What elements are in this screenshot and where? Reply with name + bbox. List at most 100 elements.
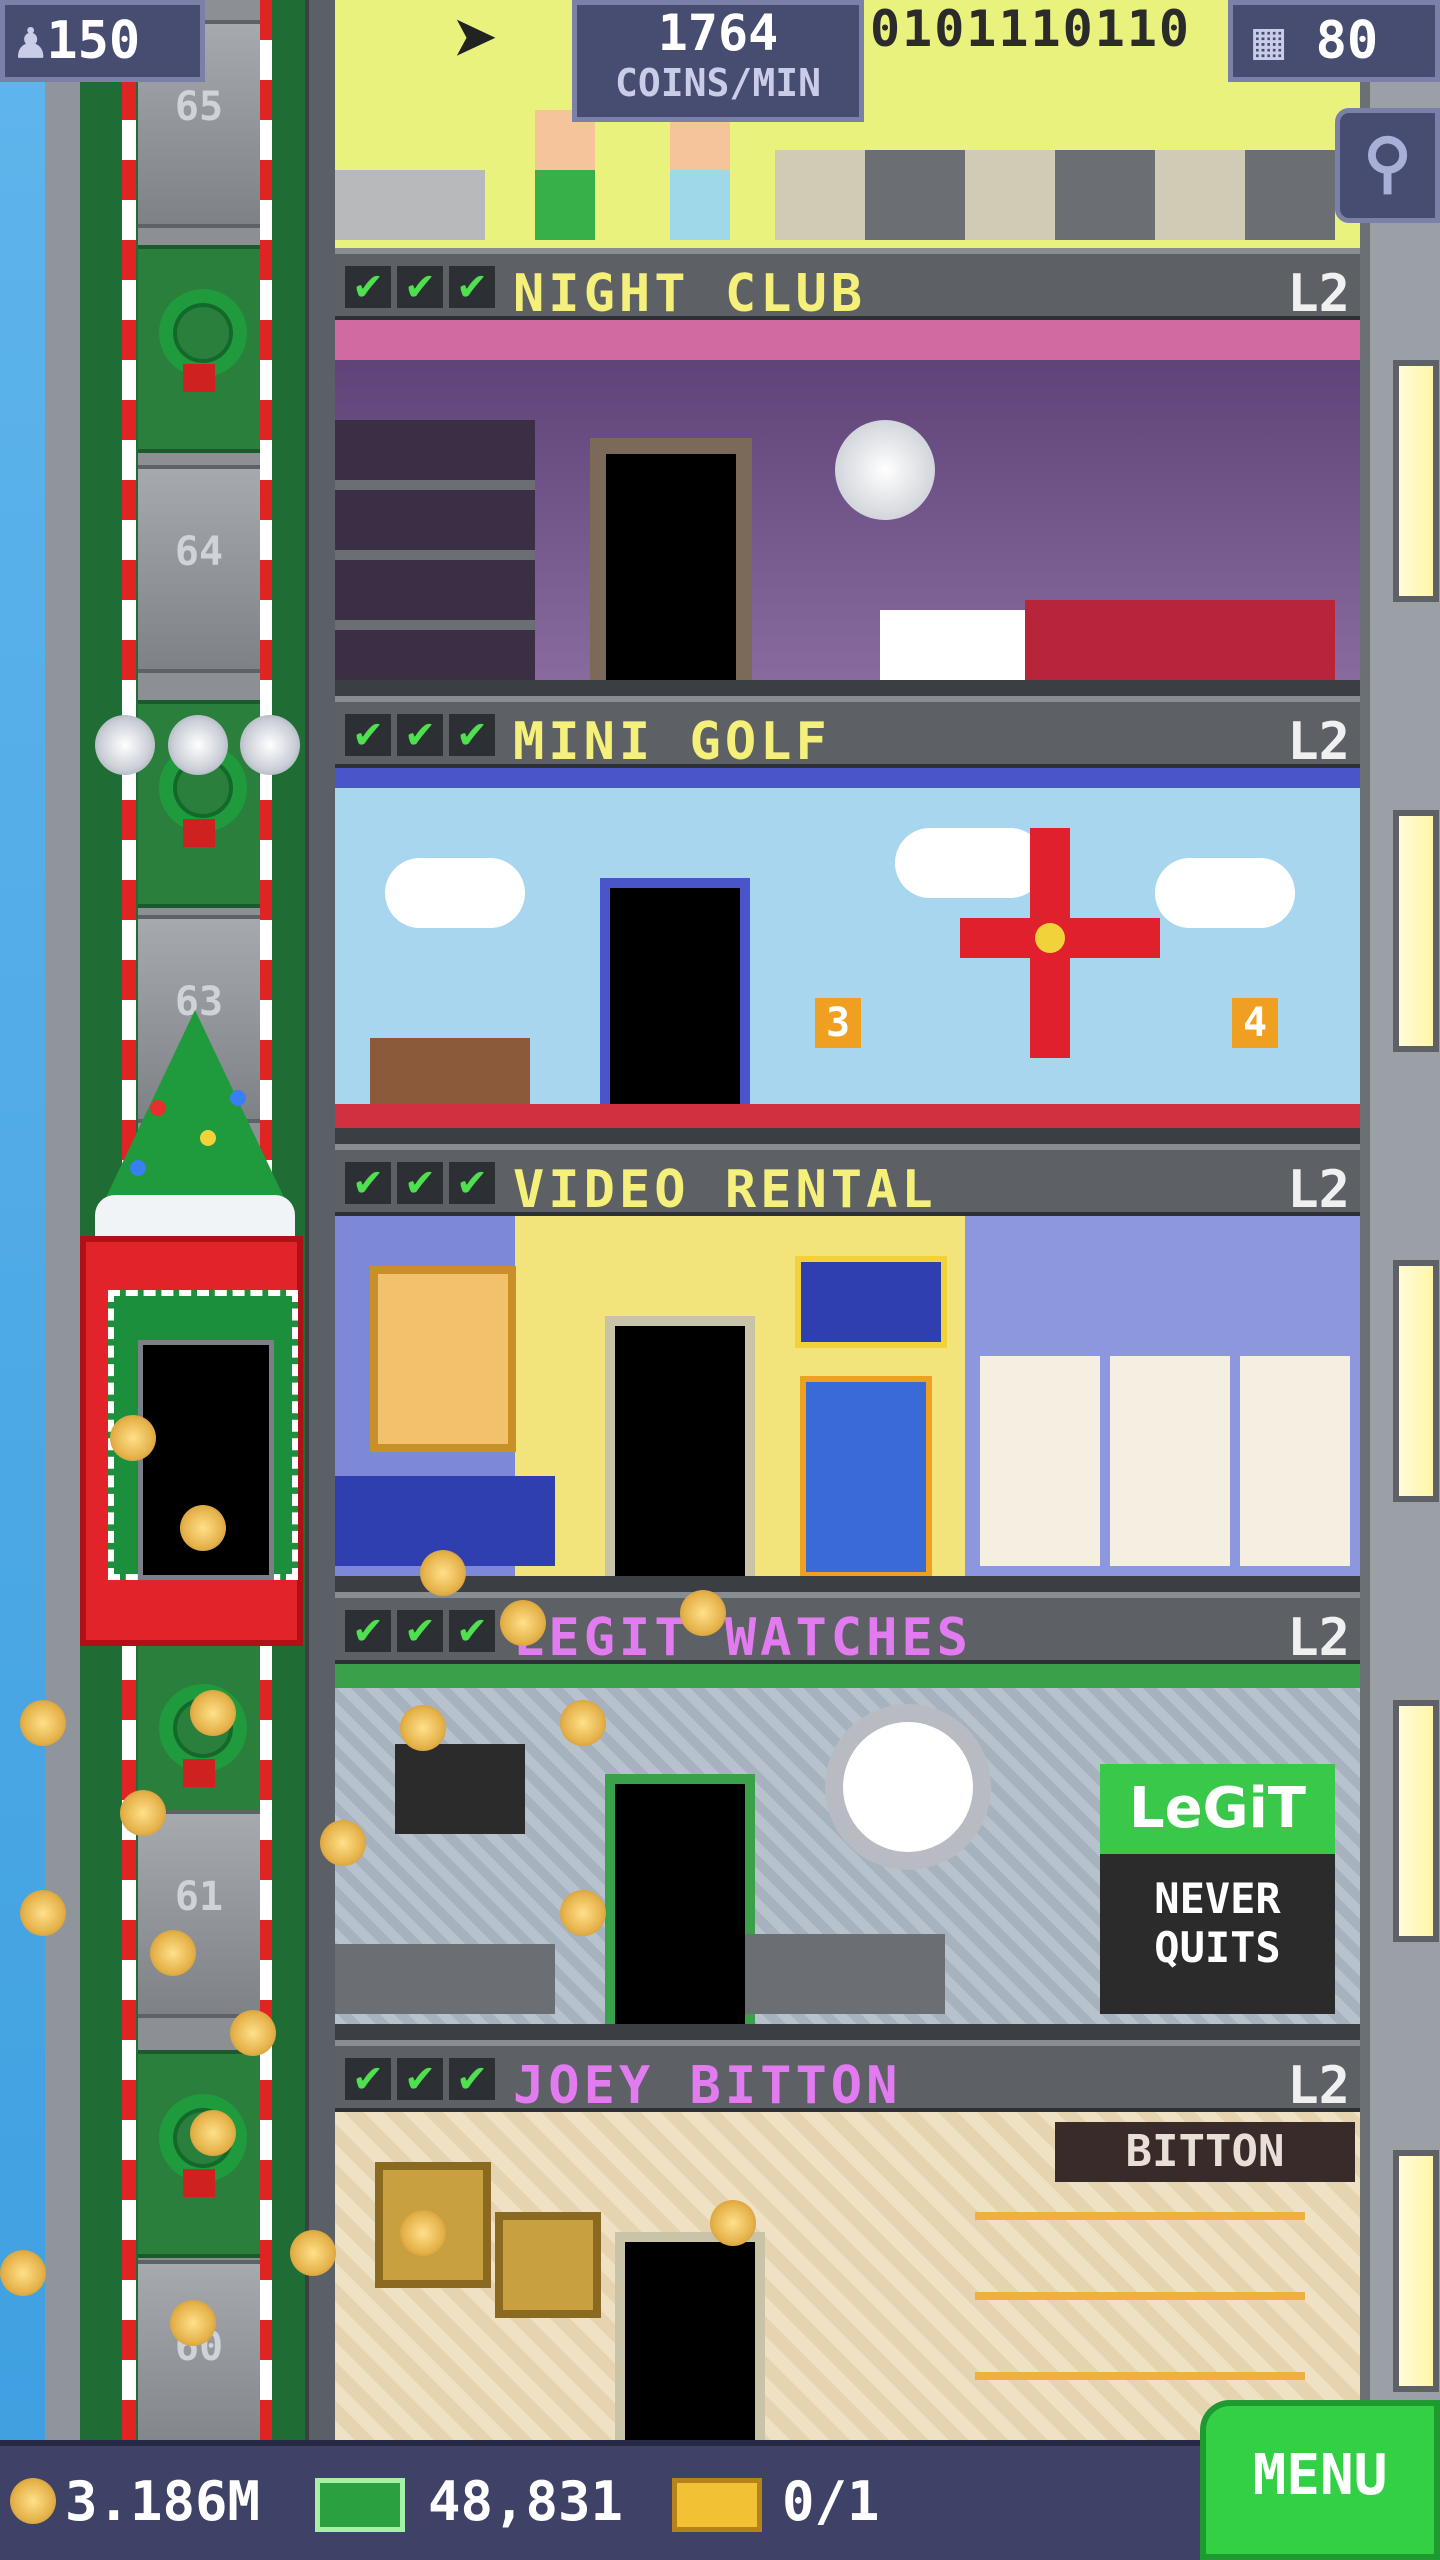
coin-icon bbox=[120, 1790, 166, 1836]
check-icon: ✔ bbox=[397, 1162, 443, 1204]
windmill-icon bbox=[960, 828, 1160, 1108]
check-icon: ✔ bbox=[449, 266, 495, 308]
coin-icon bbox=[560, 1700, 606, 1746]
coin-icon bbox=[170, 2300, 216, 2346]
floor-level: L2 bbox=[1287, 1608, 1350, 1668]
coin-icon bbox=[400, 1705, 446, 1751]
cloud-icon bbox=[385, 858, 525, 928]
coin-icon bbox=[320, 1820, 366, 1866]
ornament-icon bbox=[130, 1160, 146, 1176]
stock-checks: ✔ ✔ ✔ bbox=[345, 266, 495, 308]
check-icon: ✔ bbox=[449, 1162, 495, 1204]
hole-sign: 3 bbox=[815, 998, 861, 1048]
coin-icon bbox=[420, 1550, 466, 1596]
coin-icon bbox=[190, 2110, 236, 2156]
coin-icon bbox=[230, 2010, 276, 2056]
bow-icon bbox=[183, 819, 215, 847]
floor-video-rental[interactable]: ✔ ✔ ✔ VIDEO RENTAL L2 bbox=[335, 1144, 1360, 1592]
room-door bbox=[600, 878, 750, 1138]
tickets-count[interactable]: 0/1 bbox=[782, 2470, 880, 2533]
ticket-icon bbox=[672, 2478, 762, 2532]
coins-per-min-label: COINS/MIN bbox=[615, 61, 821, 105]
check-icon: ✔ bbox=[345, 2058, 391, 2100]
office-counter bbox=[335, 170, 485, 240]
menu-button[interactable]: MENU bbox=[1200, 2400, 1440, 2560]
floor-joey-bitton[interactable]: ✔ ✔ ✔ JOEY BITTON L2 BITTON bbox=[335, 2040, 1360, 2440]
check-icon: ✔ bbox=[449, 714, 495, 756]
floor-level: L2 bbox=[1287, 2056, 1350, 2116]
bow-icon bbox=[183, 1759, 215, 1787]
hole-sign: 4 bbox=[1232, 998, 1278, 1048]
check-icon: ✔ bbox=[397, 1610, 443, 1652]
night-club-interior bbox=[335, 320, 1360, 696]
display-case bbox=[335, 1944, 555, 2014]
ornament-icon bbox=[230, 1090, 246, 1106]
floor-number: 64 bbox=[174, 529, 224, 575]
sky-background bbox=[0, 0, 45, 2560]
bow-icon bbox=[183, 2169, 215, 2197]
shaft-floor-61: 61 bbox=[138, 1810, 260, 2018]
wall-display bbox=[395, 1744, 525, 1834]
bux-bill-icon bbox=[315, 2478, 405, 2532]
display-case bbox=[745, 1934, 945, 2014]
check-icon: ✔ bbox=[449, 1610, 495, 1652]
floor-level: L2 bbox=[1287, 712, 1350, 772]
search-button[interactable]: ⚲ bbox=[1335, 108, 1440, 223]
stock-checks: ✔ ✔ ✔ bbox=[345, 1162, 495, 1204]
coin-icon bbox=[110, 1415, 156, 1461]
coins-balance[interactable]: 3.186M bbox=[65, 2470, 260, 2533]
floors-counter[interactable]: ▦ 80 bbox=[1228, 0, 1440, 82]
check-icon: ✔ bbox=[345, 1162, 391, 1204]
bow-icon bbox=[183, 364, 215, 392]
bux-balance[interactable]: 48,831 bbox=[428, 2470, 623, 2533]
floor-header: ✔ ✔ ✔ MINI GOLF L2 bbox=[335, 696, 1360, 772]
coin-icon bbox=[710, 2200, 756, 2246]
floor-header: ✔ ✔ ✔ VIDEO RENTAL L2 bbox=[335, 1144, 1360, 1220]
coin-icon bbox=[20, 1890, 66, 1936]
coin-icon bbox=[180, 1505, 226, 1551]
check-icon: ✔ bbox=[397, 266, 443, 308]
person-icon: ♟ bbox=[15, 11, 47, 71]
legit-watches-interior: LeGiT NEVER QUITS bbox=[335, 1664, 1360, 2040]
check-icon: ✔ bbox=[345, 266, 391, 308]
floor-number: 61 bbox=[174, 1874, 224, 1920]
bar-shelves bbox=[335, 420, 535, 680]
ornament-icon bbox=[200, 1130, 216, 1146]
clock-icon bbox=[825, 1704, 991, 1870]
ceiling-strip bbox=[335, 768, 1360, 788]
coin-icon bbox=[150, 1930, 196, 1976]
floor-header: ✔ ✔ ✔ LEGIT WATCHES L2 bbox=[335, 1592, 1360, 1668]
check-icon: ✔ bbox=[397, 714, 443, 756]
room-door bbox=[605, 1316, 755, 1586]
floor-name: MINI GOLF bbox=[513, 712, 831, 772]
coin-icon bbox=[500, 1600, 546, 1646]
stock-checks: ✔ ✔ ✔ bbox=[345, 1610, 495, 1652]
floor-night-club[interactable]: ✔ ✔ ✔ NIGHT CLUB L2 bbox=[335, 248, 1360, 696]
floor-legit-watches[interactable]: ✔ ✔ ✔ LEGIT WATCHES L2 LeGiT NEVER QUITS bbox=[335, 1592, 1360, 2040]
floor-mini-golf[interactable]: ✔ ✔ ✔ MINI GOLF L2 3 4 bbox=[335, 696, 1360, 1144]
floor-number: 65 bbox=[174, 84, 224, 130]
cursor-icon: ➤ bbox=[452, 0, 501, 86]
window bbox=[1393, 1260, 1439, 1502]
ceiling-strip bbox=[335, 320, 1360, 360]
star-icon bbox=[95, 715, 155, 775]
cloud-icon bbox=[1155, 858, 1295, 928]
movie-poster bbox=[370, 1266, 516, 1452]
floor-strip bbox=[335, 680, 1360, 696]
coin-icon bbox=[20, 1700, 66, 1746]
mini-golf-interior: 3 4 bbox=[335, 768, 1360, 1144]
coin-icon bbox=[290, 2230, 336, 2276]
floor-strip bbox=[335, 1576, 1360, 1592]
floor-level: L2 bbox=[1287, 1160, 1350, 1220]
window bbox=[1393, 2150, 1439, 2392]
population-counter[interactable]: ♟150 bbox=[0, 0, 205, 82]
floors-value: 80 bbox=[1315, 11, 1379, 71]
stock-checks: ✔ ✔ ✔ bbox=[345, 714, 495, 756]
building-icon: ▦ bbox=[1253, 11, 1285, 71]
floor-header: ✔ ✔ ✔ JOEY BITTON L2 bbox=[335, 2040, 1360, 2116]
magnifier-icon: ⚲ bbox=[1363, 124, 1412, 201]
coins-per-min-panel[interactable]: 1764 COINS/MIN bbox=[572, 0, 864, 122]
check-icon: ✔ bbox=[449, 2058, 495, 2100]
floor-header: ✔ ✔ ✔ NIGHT CLUB L2 bbox=[335, 248, 1360, 324]
coin-icon bbox=[190, 1690, 236, 1736]
